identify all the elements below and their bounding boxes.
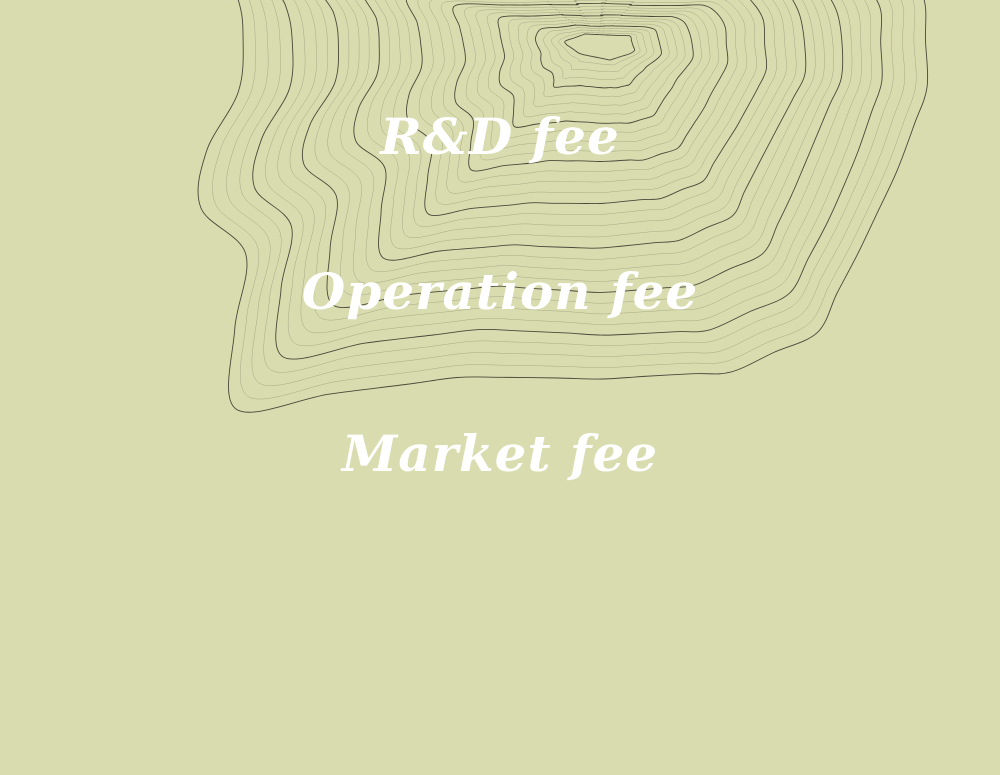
contour-line — [417, 0, 757, 205]
contour-line — [558, 31, 641, 66]
contour-line — [212, 0, 917, 400]
rnd-fee-label: R&D fee — [380, 107, 620, 166]
contour-line — [197, 0, 929, 413]
contour-line — [551, 29, 647, 73]
contour-line — [508, 16, 686, 118]
market-fee-label: Market fee — [341, 424, 659, 483]
contour-group — [197, 0, 929, 413]
contour-line — [564, 33, 636, 61]
contour-line — [526, 22, 670, 98]
operation-fee-label: Operation fee — [301, 262, 699, 321]
